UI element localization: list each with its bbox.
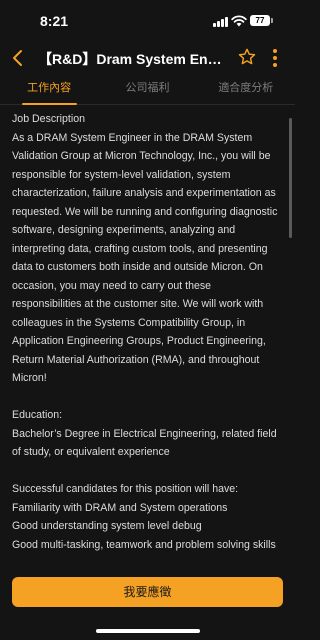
page-title: 【R&D】Dram System Engineer (38, 51, 230, 67)
cellular-signal-icon (213, 17, 229, 27)
chevron-left-icon[interactable] (9, 47, 27, 69)
more-vertical-icon[interactable] (272, 49, 278, 67)
battery-icon: 77 (250, 15, 270, 26)
job-detail-screen: 8:21 77 【R&D】Dram System Engineer 工作內容 公… (0, 0, 295, 640)
requirement-item: Familiarity with DRAM and System operati… (12, 501, 228, 514)
wifi-icon (231, 15, 247, 27)
requirement-item: Good understanding system level debug (12, 520, 202, 532)
job-description-heading: Job Description (12, 113, 86, 125)
app-header: 【R&D】Dram System Engineer (0, 40, 295, 78)
job-description-content: Job Description As a DRAM System Enginee… (12, 110, 280, 570)
candidates-heading: Successful candidates for this position … (12, 483, 239, 495)
bottom-action-bar: 我要應徵 (0, 568, 295, 640)
tab-job-content[interactable]: 工作內容 (0, 78, 98, 105)
tab-company-benefits[interactable]: 公司福利 (98, 78, 196, 104)
tab-bar: 工作內容 公司福利 適合度分析 (0, 78, 295, 105)
home-indicator[interactable] (96, 629, 200, 633)
status-time: 8:21 (40, 13, 69, 29)
battery-tip (271, 18, 273, 23)
status-bar: 8:21 77 (0, 0, 295, 40)
job-description-text: As a DRAM System Engineer in the DRAM Sy… (12, 131, 278, 385)
star-outline-icon[interactable] (237, 47, 257, 67)
tab-fit-analysis[interactable]: 適合度分析 (197, 78, 295, 104)
requirement-item: Good multi-tasking, teamwork and problem… (12, 538, 276, 551)
education-text: Bachelor’s Degree in Electrical Engineer… (12, 427, 277, 459)
education-heading: Education: (12, 409, 63, 421)
scrollbar[interactable] (289, 118, 292, 238)
apply-button[interactable]: 我要應徵 (12, 577, 283, 607)
